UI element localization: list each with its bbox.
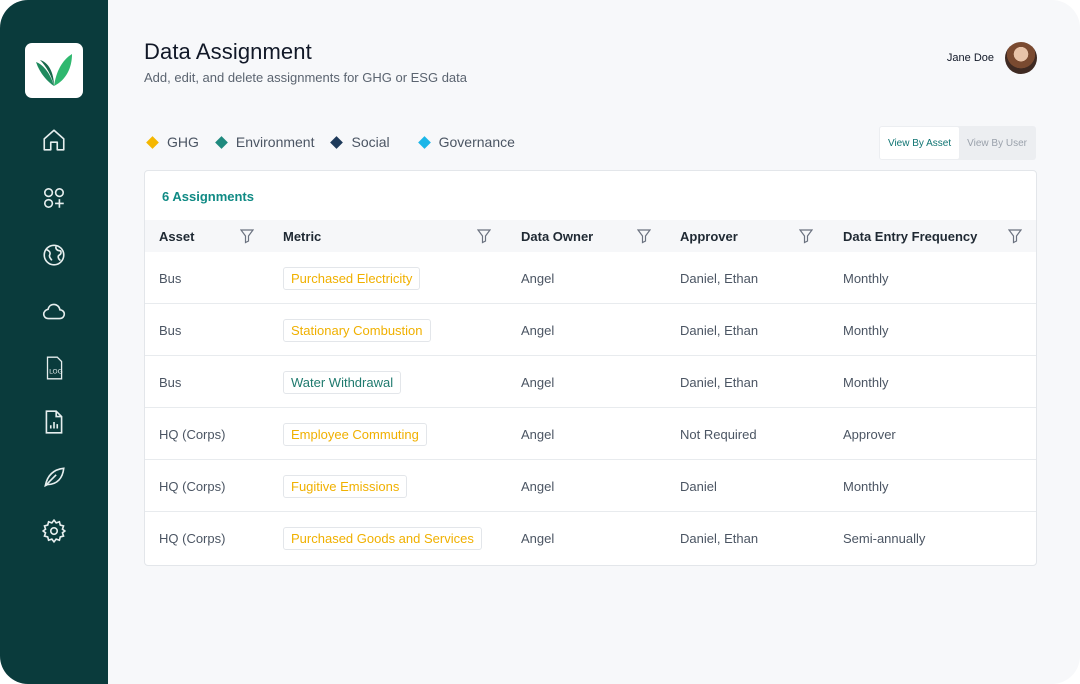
metric-cell: Fugitive Emissions: [283, 460, 408, 512]
report-file-icon: [45, 410, 63, 434]
table-header: Asset Metric Data Owner Approver Data En…: [145, 220, 1036, 252]
metric-cell: Purchased Electricity: [283, 252, 421, 304]
main-content: Data Assignment Add, edit, and delete as…: [108, 0, 1080, 684]
app-window: LOG Data Assignment Add, edit, and delet…: [0, 0, 1080, 684]
sidebar-item-leaf[interactable]: [34, 457, 74, 497]
owner-cell: Angel: [521, 478, 555, 494]
log-file-icon: LOG: [46, 356, 63, 380]
approver-cell: Daniel: [680, 478, 717, 494]
legend-label: Governance: [438, 134, 515, 150]
asset-cell: Bus: [159, 374, 182, 390]
legend-item-ghg: GHG: [146, 134, 199, 150]
column-header-frequency: Data Entry Frequency: [843, 228, 978, 244]
column-header-metric: Metric: [283, 228, 322, 244]
sidebar-item-reports[interactable]: [34, 402, 74, 442]
sidebar: LOG: [0, 0, 108, 684]
metric-cell: Water Withdrawal: [283, 356, 402, 408]
page-title: Data Assignment: [144, 39, 312, 64]
app-logo[interactable]: [25, 43, 83, 98]
owner-cell: Angel: [521, 530, 555, 546]
sidebar-item-home[interactable]: [34, 120, 74, 160]
approver-cell: Daniel, Ethan: [680, 374, 759, 390]
assignments-count: 6 Assignments: [162, 189, 254, 204]
metric-cell: Stationary Combustion: [283, 304, 431, 356]
frequency-cell: Semi-annually: [843, 530, 926, 546]
view-by-user-button[interactable]: View By User: [959, 127, 1035, 159]
gear-icon: [41, 518, 67, 544]
metric-tag[interactable]: Employee Commuting: [283, 422, 427, 446]
filter-icon[interactable]: [1008, 228, 1022, 244]
legend-item-environment: Environment: [215, 134, 315, 150]
frequency-cell: Monthly: [843, 322, 889, 338]
metric-tag[interactable]: Purchased Goods and Services: [283, 526, 482, 550]
diamond-icon: [330, 135, 344, 149]
assignments-table-card: 6 Assignments Asset Metric Data Owner Ap…: [144, 170, 1037, 566]
filter-icon[interactable]: [240, 228, 254, 244]
avatar[interactable]: [1005, 42, 1037, 74]
legend-label: Social: [351, 134, 390, 150]
sidebar-item-globe[interactable]: [34, 235, 74, 275]
sidebar-item-settings[interactable]: [34, 511, 74, 551]
metric-tag[interactable]: Water Withdrawal: [283, 370, 402, 394]
diamond-icon: [417, 135, 431, 149]
metric-cell: Purchased Goods and Services: [283, 512, 482, 564]
owner-cell: Angel: [521, 426, 555, 442]
view-by-asset-button[interactable]: View By Asset: [879, 127, 960, 159]
table-row[interactable]: HQ (Corps) Fugitive Emissions Angel Dani…: [145, 460, 1036, 512]
apps-add-icon: [43, 187, 65, 209]
table-row[interactable]: Bus Water Withdrawal Angel Daniel, Ethan…: [145, 356, 1036, 408]
sidebar-item-cloud[interactable]: [34, 292, 74, 332]
legend-item-social: Social: [330, 134, 390, 150]
filter-icon[interactable]: [799, 228, 813, 244]
legend-label: Environment: [235, 134, 315, 150]
owner-cell: Angel: [521, 270, 555, 286]
leaf-icon: [44, 467, 65, 488]
metric-tag[interactable]: Fugitive Emissions: [283, 474, 408, 498]
asset-cell: HQ (Corps): [159, 530, 226, 546]
home-icon: [43, 129, 65, 151]
metric-tag[interactable]: Stationary Combustion: [283, 318, 431, 342]
column-header-data-owner: Data Owner: [521, 228, 594, 244]
filter-icon[interactable]: [477, 228, 491, 244]
asset-cell: HQ (Corps): [159, 478, 226, 494]
table-row[interactable]: Bus Purchased Electricity Angel Daniel, …: [145, 252, 1036, 304]
approver-cell: Not Required: [680, 426, 757, 442]
column-header-approver: Approver: [680, 228, 738, 244]
legend-label: GHG: [167, 134, 199, 150]
metric-tag[interactable]: Purchased Electricity: [283, 266, 421, 290]
leaf-logo-icon: [36, 53, 72, 86]
metric-cell: Employee Commuting: [283, 408, 427, 460]
asset-cell: Bus: [159, 270, 182, 286]
frequency-cell: Monthly: [843, 270, 889, 286]
approver-cell: Daniel, Ethan: [680, 270, 759, 286]
user-name: Jane Doe: [946, 52, 994, 64]
page-subtitle: Add, edit, and delete assignments for GH…: [144, 70, 468, 85]
view-toggle: View By Asset View By User: [878, 126, 1036, 160]
diamond-icon: [146, 135, 159, 149]
legend-item-governance: Governance: [417, 134, 515, 150]
category-legend: GHG Environment Social Governance: [146, 134, 533, 150]
approver-cell: Daniel, Ethan: [680, 530, 759, 546]
sidebar-item-log[interactable]: LOG: [34, 348, 74, 388]
approver-cell: Daniel, Ethan: [680, 322, 759, 338]
frequency-cell: Approver: [843, 426, 896, 442]
frequency-cell: Monthly: [843, 478, 889, 494]
frequency-cell: Monthly: [843, 374, 889, 390]
filter-icon[interactable]: [637, 228, 651, 244]
owner-cell: Angel: [521, 374, 555, 390]
globe-icon: [43, 244, 65, 266]
table-row[interactable]: Bus Stationary Combustion Angel Daniel, …: [145, 304, 1036, 356]
column-header-asset: Asset: [159, 228, 195, 244]
diamond-icon: [215, 135, 228, 149]
table-row[interactable]: HQ (Corps) Employee Commuting Angel Not …: [145, 408, 1036, 460]
asset-cell: HQ (Corps): [159, 426, 226, 442]
table-row[interactable]: HQ (Corps) Purchased Goods and Services …: [145, 512, 1036, 564]
owner-cell: Angel: [521, 322, 555, 338]
svg-text:LOG: LOG: [49, 367, 63, 375]
asset-cell: Bus: [159, 322, 182, 338]
cloud-icon: [42, 303, 66, 320]
sidebar-item-apps[interactable]: [34, 178, 74, 218]
user-menu[interactable]: Jane Doe: [947, 42, 1037, 74]
